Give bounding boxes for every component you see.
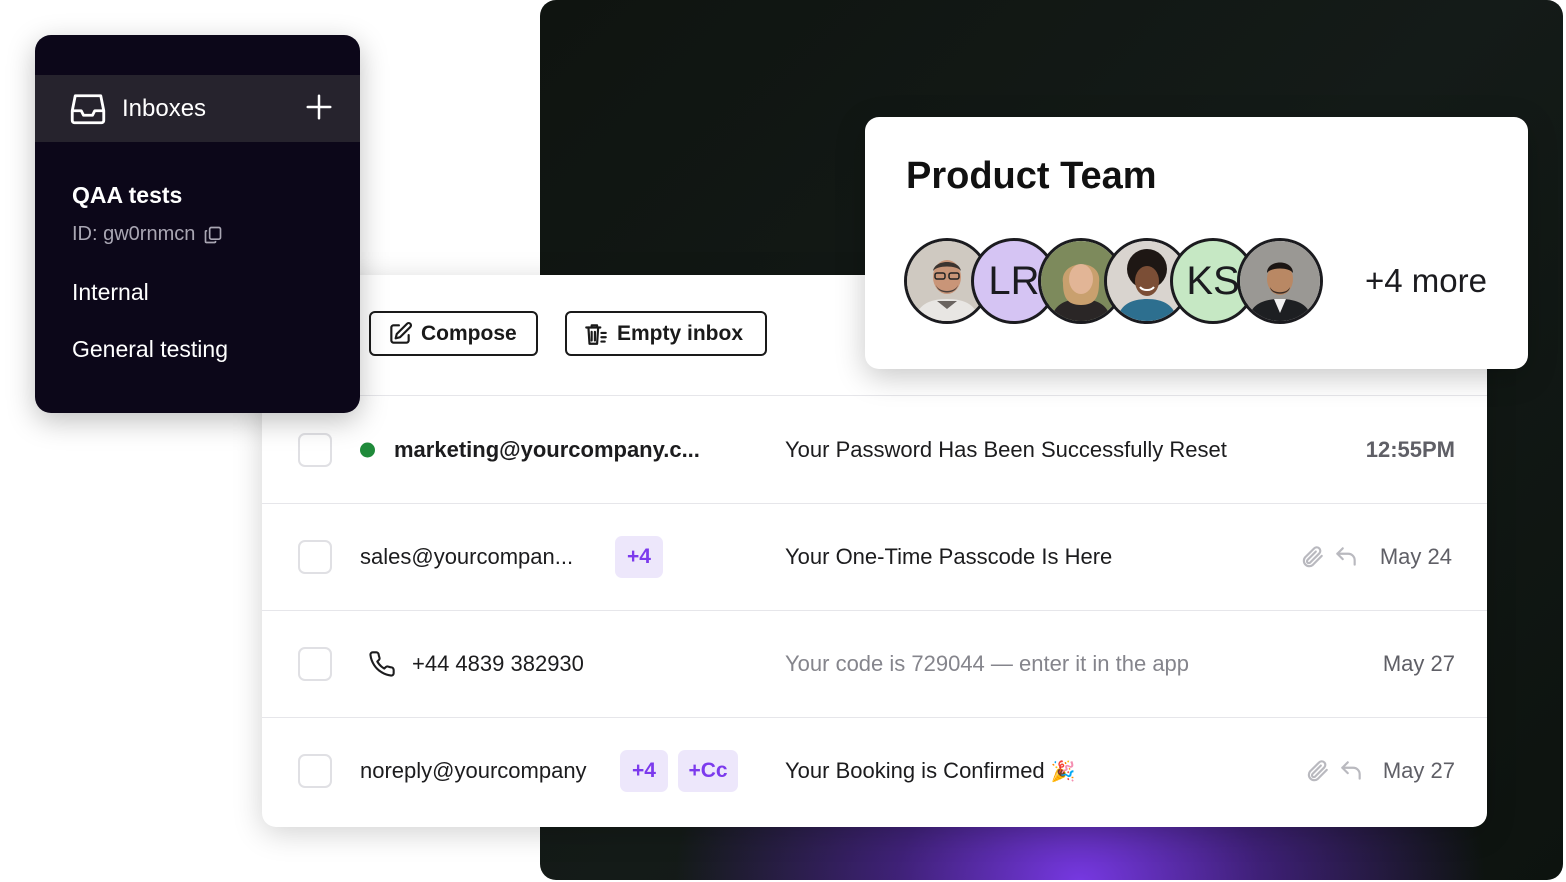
email-date: May 24 — [1379, 543, 1452, 569]
email-row[interactable]: +44 4839 382930 Your code is 729044 — en… — [262, 610, 1487, 718]
email-date: 12:55PM — [1365, 436, 1455, 462]
phone-icon — [369, 650, 395, 677]
email-date: May 27 — [1382, 650, 1455, 676]
email-row[interactable]: noreply@yourcompany +4 +Cc Your Booking … — [262, 717, 1487, 824]
cc-badge[interactable]: +Cc — [678, 749, 738, 792]
email-subject: Your One-Time Passcode Is Here — [785, 543, 1113, 569]
trash-icon — [585, 323, 607, 345]
party-popper-icon: 🎉 — [1050, 760, 1076, 783]
row-checkbox[interactable] — [298, 539, 332, 574]
inboxes-header[interactable]: Inboxes — [35, 75, 360, 142]
avatar-initials-text: LR — [988, 258, 1040, 303]
row-checkbox[interactable] — [298, 432, 332, 467]
email-row[interactable]: marketing@yourcompany.c... Your Password… — [262, 396, 1487, 504]
empty-inbox-button[interactable]: Empty inbox — [565, 311, 767, 356]
copy-icon[interactable] — [203, 225, 223, 245]
email-sender: noreply@yourcompany — [360, 757, 587, 783]
avatar-initials-text: KS — [1186, 258, 1240, 303]
add-inbox-icon[interactable] — [304, 92, 334, 122]
reply-icon — [1341, 760, 1361, 780]
row-checkbox[interactable] — [298, 646, 332, 681]
inboxes-sidebar: Inboxes QAA tests ID: gw0rnmcn Internal … — [35, 35, 360, 413]
recipients-count-badge[interactable]: +4 — [620, 749, 668, 792]
inbox-id: ID: gw0rnmcn — [72, 223, 223, 246]
inboxes-title: Inboxes — [122, 95, 207, 122]
compose-button[interactable]: Compose — [369, 311, 538, 356]
inbox-icon — [70, 94, 106, 125]
email-subject: Your code is 729044 — enter it in the ap… — [785, 650, 1190, 676]
compose-icon — [390, 321, 412, 344]
email-date: May 27 — [1382, 757, 1455, 783]
sidebar-item-internal[interactable]: Internal — [72, 279, 149, 306]
email-sender: sales@yourcompan... — [360, 543, 574, 569]
subject-text: Your Booking is Confirmed — [785, 757, 1045, 783]
more-members-link[interactable]: +4 more — [1365, 262, 1487, 300]
person-photo — [1240, 241, 1320, 321]
email-sender: +44 4839 382930 — [412, 650, 584, 676]
unread-dot — [360, 442, 375, 457]
recipients-count-badge[interactable]: +4 — [615, 535, 663, 578]
inbox-group-name[interactable]: QAA tests — [72, 182, 182, 209]
attachment-icon — [1307, 759, 1328, 781]
email-subject: Your Password Has Been Successfully Rese… — [785, 436, 1227, 462]
product-team-card: Product Team LR KS +4 more — [865, 117, 1528, 369]
avatar[interactable] — [1237, 238, 1323, 324]
email-subject: Your Booking is Confirmed 🎉 — [785, 758, 1076, 784]
email-sender: marketing@yourcompany.c... — [394, 436, 700, 462]
compose-label: Compose — [421, 321, 517, 345]
attachment-icon — [1302, 545, 1323, 567]
team-title: Product Team — [906, 155, 1157, 197]
empty-inbox-label: Empty inbox — [617, 321, 744, 345]
inbox-id-text: ID: gw0rnmcn — [72, 223, 196, 245]
row-checkbox[interactable] — [298, 753, 332, 788]
email-row[interactable]: sales@yourcompan... +4 Your One-Time Pas… — [262, 503, 1487, 611]
reply-icon — [1336, 546, 1356, 566]
sidebar-item-general-testing[interactable]: General testing — [72, 336, 228, 363]
